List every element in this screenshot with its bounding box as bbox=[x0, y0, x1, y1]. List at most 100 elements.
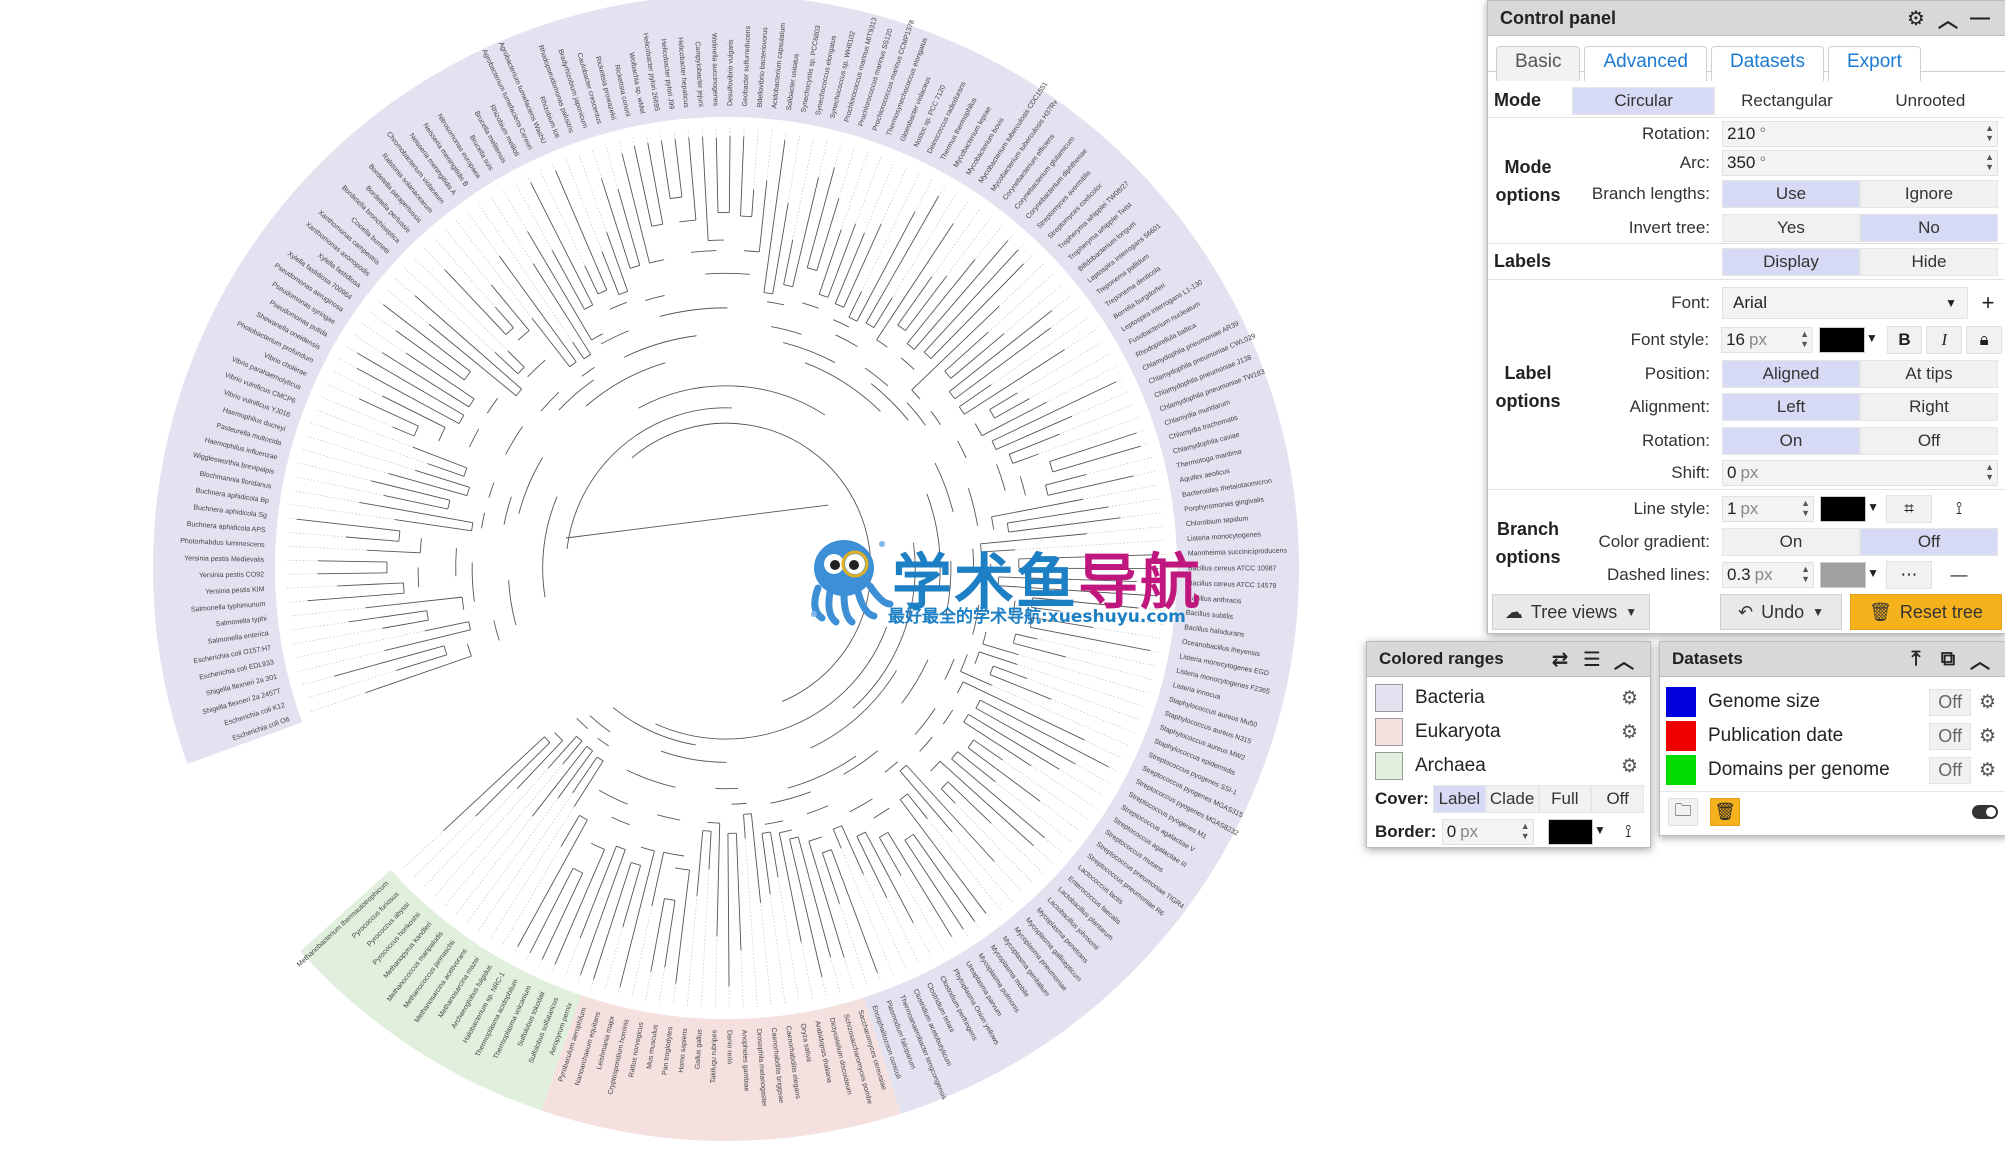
font-select[interactable]: Arial ▼ bbox=[1722, 287, 1968, 319]
leaf-label[interactable]: Desulfovibrio vulgaris bbox=[727, 39, 735, 106]
lock-icon[interactable]: 🔒︎ bbox=[1966, 326, 2002, 354]
dashed-width-spinner-icon[interactable]: ▲ ▼ bbox=[1801, 564, 1810, 584]
dataset-item-domains-per-genome[interactable]: Domains per genome Off ⚙ bbox=[1660, 753, 2005, 787]
dashed-width-input[interactable]: 0.3 px ▲ ▼ bbox=[1722, 562, 1814, 588]
range-color-swatch[interactable] bbox=[1375, 752, 1403, 780]
undo-button[interactable]: ↶ Undo ▼ bbox=[1720, 594, 1842, 630]
gear-icon[interactable]: ⚙ bbox=[1621, 721, 1638, 744]
label-rotation-off-button[interactable]: Off bbox=[1860, 427, 1998, 455]
range-item-eukaryota[interactable]: Eukaryota ⚙ bbox=[1367, 715, 1650, 749]
collapse-icon[interactable]: ︿ bbox=[1934, 4, 1962, 32]
tree-views-button[interactable]: ☁ Tree views ▼ bbox=[1492, 594, 1650, 630]
line-width-spinner-icon[interactable]: ▲ ▼ bbox=[1801, 498, 1810, 518]
font-size-spinner-icon[interactable]: ▲ ▼ bbox=[1800, 329, 1809, 349]
rotation-input[interactable]: 210 ° ▲ ▼ bbox=[1722, 121, 1998, 147]
mode-options-section: Mode options Rotation: 210 ° ▲ ▼ Arc: 350 ° ▲… bbox=[1488, 117, 2005, 244]
line-width-input[interactable]: 1 px ▲ ▼ bbox=[1722, 496, 1814, 522]
range-name: Eukaryota bbox=[1415, 721, 1501, 742]
position-aligned-button[interactable]: Aligned bbox=[1722, 360, 1860, 388]
collapse-icon[interactable]: ︿ bbox=[1610, 645, 1638, 673]
position-at-tips-button[interactable]: At tips bbox=[1860, 360, 1998, 388]
toggle-switch[interactable] bbox=[1972, 805, 1998, 819]
dotted-line-icon[interactable]: ⋯ bbox=[1886, 561, 1932, 589]
invert-tree-no-button[interactable]: No bbox=[1860, 214, 1998, 242]
color-gradient-on-button[interactable]: On bbox=[1722, 528, 1860, 556]
range-color-swatch[interactable] bbox=[1375, 718, 1403, 746]
border-color-picker[interactable]: ▼ bbox=[1547, 819, 1606, 845]
arc-spinner-icon[interactable]: ▲ ▼ bbox=[1985, 152, 1994, 172]
border-width-input[interactable]: 0 px ▲ ▼ bbox=[1441, 819, 1534, 845]
mode-unrooted-button[interactable]: Unrooted bbox=[1858, 87, 2002, 115]
leaf-label[interactable]: Yersinia pestis CO92 bbox=[199, 571, 264, 579]
cover-label-button[interactable]: Label bbox=[1433, 785, 1486, 813]
dataset-color-swatch[interactable] bbox=[1666, 755, 1696, 785]
gear-icon[interactable]: ⚙ bbox=[1621, 755, 1638, 778]
dataset-toggle[interactable]: Off bbox=[1929, 722, 1971, 750]
curved-border-icon[interactable]: ⟟ bbox=[1610, 818, 1646, 846]
octopus-logo-icon bbox=[811, 540, 894, 626]
alignment-left-button[interactable]: Left bbox=[1722, 393, 1860, 421]
tree-canvas[interactable]: Escherichia coli O6Escherichia coli K12S… bbox=[0, 0, 1440, 1156]
solid-line-icon[interactable]: — bbox=[1936, 561, 1982, 589]
tab-advanced[interactable]: Advanced bbox=[1584, 46, 1707, 81]
collapse-icon[interactable]: ︿ bbox=[1966, 645, 1994, 673]
range-item-archaea[interactable]: Archaea ⚙ bbox=[1367, 749, 1650, 783]
leaf-label[interactable]: Takifugu rubripes bbox=[710, 1029, 718, 1083]
trash-icon[interactable]: 🗑︎ bbox=[1710, 798, 1740, 826]
italic-button[interactable]: I bbox=[1926, 326, 1963, 354]
shift-spinner-icon[interactable]: ▲ ▼ bbox=[1985, 462, 1994, 482]
shift-input[interactable]: 0 px ▲ ▼ bbox=[1722, 460, 1998, 486]
labels-display-button[interactable]: Display bbox=[1722, 248, 1860, 276]
invert-tree-yes-button[interactable]: Yes bbox=[1722, 214, 1860, 242]
leaf-label[interactable]: Danio rerio bbox=[726, 1030, 733, 1064]
chevron-down-icon: ▼ bbox=[1625, 605, 1638, 619]
cover-clade-button[interactable]: Clade bbox=[1485, 785, 1539, 813]
alignment-right-button[interactable]: Right bbox=[1860, 393, 1998, 421]
reset-tree-button[interactable]: 🗑︎ Reset tree bbox=[1850, 594, 2002, 630]
bold-button[interactable]: B bbox=[1886, 326, 1923, 354]
gear-icon[interactable]: ⚙ bbox=[1979, 691, 1996, 714]
swap-icon[interactable]: ⇄ bbox=[1546, 645, 1574, 673]
dataset-color-swatch[interactable] bbox=[1666, 721, 1696, 751]
color-gradient-off-button[interactable]: Off bbox=[1860, 528, 1998, 556]
dataset-toggle[interactable]: Off bbox=[1929, 688, 1971, 716]
mode-rectangular-button[interactable]: Rectangular bbox=[1715, 87, 1859, 115]
leaf-label[interactable]: Yersinia pestis Medievalis bbox=[184, 555, 265, 563]
range-color-swatch[interactable] bbox=[1375, 684, 1403, 712]
upload-icon[interactable]: ⤒ bbox=[1902, 645, 1930, 673]
range-item-bacteria[interactable]: Bacteria ⚙ bbox=[1367, 681, 1650, 715]
gear-icon[interactable]: ⚙ bbox=[1902, 4, 1930, 32]
border-width-spinner-icon[interactable]: ▲ ▼ bbox=[1521, 821, 1530, 841]
dataset-toggle[interactable]: Off bbox=[1929, 756, 1971, 784]
curved-branches-icon[interactable]: ⟟ bbox=[1936, 495, 1982, 523]
gear-icon[interactable]: ⚙ bbox=[1621, 687, 1638, 710]
branch-lengths-use-button[interactable]: Use bbox=[1722, 180, 1860, 208]
branch-lengths-ignore-button[interactable]: Ignore bbox=[1860, 180, 1998, 208]
dataset-color-swatch[interactable] bbox=[1666, 687, 1696, 717]
square-corners-icon[interactable]: ⌗ bbox=[1886, 495, 1932, 523]
dashed-color-picker[interactable]: ▼ bbox=[1820, 562, 1879, 588]
list-icon[interactable]: ☰ bbox=[1578, 645, 1606, 673]
add-font-button[interactable]: + bbox=[1974, 289, 2002, 317]
cover-off-button[interactable]: Off bbox=[1591, 785, 1644, 813]
arc-input[interactable]: 350 ° ▲ ▼ bbox=[1722, 150, 1998, 176]
cover-full-button[interactable]: Full bbox=[1538, 785, 1592, 813]
minimize-icon[interactable]: — bbox=[1966, 4, 1994, 32]
add-layer-icon[interactable]: ⧉ bbox=[1934, 645, 1962, 673]
font-size-input[interactable]: 16 px ▲ ▼ bbox=[1721, 327, 1814, 353]
dataset-item-publication-date[interactable]: Publication date Off ⚙ bbox=[1660, 719, 2005, 753]
label-rotation-on-button[interactable]: On bbox=[1722, 427, 1860, 455]
watermark-subtitle: 最好最全的学术导航:xueshuyu.com bbox=[888, 607, 1186, 627]
labels-hide-button[interactable]: Hide bbox=[1860, 248, 1998, 276]
rotation-spinner-icon[interactable]: ▲ ▼ bbox=[1985, 123, 1994, 143]
gear-icon[interactable]: ⚙ bbox=[1979, 725, 1996, 748]
dataset-item-genome-size[interactable]: Genome size Off ⚙ bbox=[1660, 685, 2005, 719]
line-color-picker[interactable]: ▼ bbox=[1820, 496, 1879, 522]
tab-export[interactable]: Export bbox=[1827, 46, 1921, 81]
gear-icon[interactable]: ⚙ bbox=[1979, 759, 1996, 782]
mode-circular-button[interactable]: Circular bbox=[1572, 87, 1716, 115]
tab-basic[interactable]: Basic bbox=[1496, 46, 1581, 81]
tab-datasets[interactable]: Datasets bbox=[1710, 46, 1824, 81]
new-folder-icon[interactable]: 🗀 bbox=[1668, 798, 1698, 826]
label-color-picker[interactable]: ▼ bbox=[1819, 327, 1878, 353]
